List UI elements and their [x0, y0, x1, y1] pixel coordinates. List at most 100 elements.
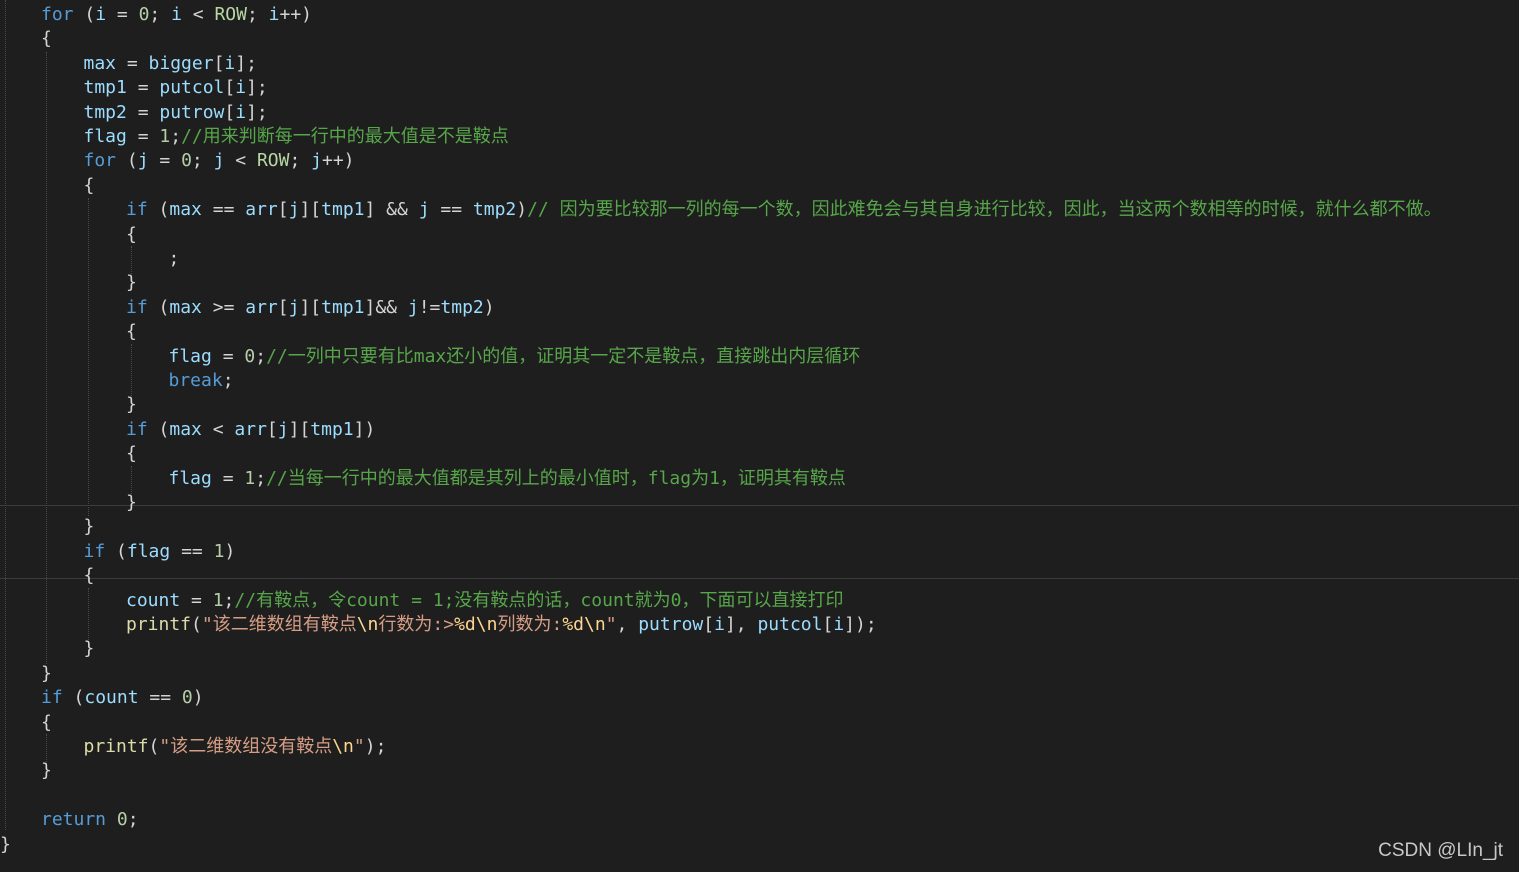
code-token: } [83, 516, 95, 538]
code-token: < [181, 4, 215, 25]
code-token: " [353, 736, 365, 757]
code-token: { [41, 711, 52, 733]
code-line[interactable]: { [126, 442, 137, 466]
code-token: j [213, 150, 225, 172]
code-line[interactable]: break; [169, 369, 234, 393]
indent-guide [46, 52, 47, 664]
code-token: i [833, 614, 845, 635]
code-token: putcol [757, 614, 823, 635]
code-token: = [211, 467, 245, 489]
code-token: putcol [159, 77, 225, 99]
code-token: = [126, 126, 160, 147]
code-token: 1 [159, 126, 171, 147]
code-line[interactable]: printf("该二维数组有鞍点\n行数为:>%d\n列数为:%d\n", pu… [126, 613, 877, 637]
code-line[interactable]: max = bigger[i]; [84, 52, 257, 76]
code-token: ( [73, 4, 96, 25]
code-line[interactable]: flag = 1;//当每一行中的最大值都是其列上的最小值时，flag为1，证明… [169, 467, 846, 491]
code-line[interactable]: for (i = 0; i < ROW; i++) [41, 3, 312, 27]
code-line[interactable]: flag = 0;//一列中只要有比max还小的值，证明其一定不是鞍点，直接跳出… [169, 345, 861, 369]
code-token: ( [148, 736, 160, 757]
code-line[interactable]: if (max >= arr[j][tmp1]&& j!=tmp2) [126, 296, 495, 320]
code-line[interactable]: for (j = 0; j < ROW; j++) [84, 149, 355, 173]
code-token: max [169, 418, 202, 440]
code-token: printf [83, 736, 149, 757]
code-token: != [418, 296, 441, 318]
code-token: [ [277, 296, 289, 318]
code-token: = [116, 52, 149, 74]
code-token: arr [245, 199, 278, 221]
code-token: ) [192, 687, 204, 709]
code-token: ]) [353, 418, 376, 440]
code-token: } [41, 662, 52, 684]
code-token: ( [147, 296, 170, 318]
code-token: if [83, 540, 106, 562]
code-line[interactable]: } [0, 833, 11, 857]
code-line[interactable]: ; [169, 247, 180, 271]
code-token: 1 [213, 540, 225, 562]
code-token: flag [83, 126, 127, 147]
code-line[interactable]: } [126, 271, 137, 295]
code-line[interactable]: } [84, 637, 95, 661]
code-line[interactable]: return 0; [41, 808, 139, 832]
code-token: { [126, 223, 137, 245]
code-line[interactable]: count = 1;//有鞍点，令count = 1;没有鞍点的话，count就… [126, 589, 843, 613]
code-line[interactable]: if (count == 0) [41, 686, 204, 710]
code-token: arr [245, 296, 278, 318]
code-token: [ [703, 614, 715, 635]
code-line[interactable]: tmp2 = putrow[i]; [84, 101, 268, 125]
code-token: \n [584, 614, 606, 635]
code-token: = [180, 589, 213, 611]
code-token: ]; [246, 101, 268, 123]
code-token: j [137, 150, 149, 172]
code-line[interactable]: } [126, 393, 137, 417]
code-line[interactable]: { [84, 564, 95, 588]
code-line[interactable]: } [41, 759, 52, 783]
code-line[interactable]: { [126, 223, 137, 247]
code-line[interactable]: } [41, 662, 52, 686]
code-token: j [418, 199, 430, 221]
code-line[interactable]: if (flag == 1) [84, 540, 236, 564]
code-line[interactable]: { [41, 27, 52, 51]
code-token: j [407, 296, 419, 318]
code-token: == [138, 687, 182, 709]
code-token: { [126, 321, 137, 343]
code-line[interactable]: { [126, 320, 137, 344]
code-token: 0 [244, 345, 256, 367]
code-token: } [41, 760, 52, 782]
code-line[interactable]: if (max < arr[j][tmp1]) [126, 418, 375, 442]
indent-guide [88, 198, 89, 516]
code-line[interactable]: } [126, 491, 137, 515]
code-token: ][ [299, 199, 322, 221]
code-token: 0 [116, 809, 128, 831]
code-token: printf [126, 614, 192, 635]
code-token: = [211, 345, 245, 367]
code-token: ; [289, 150, 312, 172]
code-line[interactable]: { [41, 711, 52, 735]
csdn-watermark: CSDN @LIn_jt [1378, 840, 1503, 861]
code-token: return [41, 809, 107, 831]
code-token: i [171, 4, 182, 25]
code-line[interactable]: } [84, 515, 95, 539]
code-token: ; [223, 589, 235, 611]
code-line[interactable]: { [84, 174, 95, 198]
code-token: [ [822, 614, 834, 635]
code-line[interactable]: printf("该二维数组没有鞍点\n"); [84, 735, 387, 759]
code-token: ][ [299, 296, 322, 318]
code-token: \n [475, 614, 498, 635]
code-line[interactable]: if (max == arr[j][tmp1] && j == tmp2)// … [126, 198, 1442, 222]
code-token: ; [255, 345, 267, 367]
code-token: \n [332, 736, 354, 757]
code-token: = [126, 77, 160, 99]
code-token: 列数为: [497, 614, 563, 635]
code-line[interactable]: tmp1 = putcol[i]; [84, 76, 268, 100]
code-token: i [95, 4, 107, 25]
code-token: ) [224, 540, 236, 562]
code-token: i [268, 4, 280, 25]
code-token: ++) [322, 150, 355, 172]
code-editor[interactable]: for (i = 0; i < ROW; i++){max = bigger[i… [0, 0, 1519, 872]
code-token: for [41, 4, 74, 25]
code-token: max [169, 296, 202, 318]
code-token: \n [356, 614, 379, 635]
code-line[interactable]: flag = 1;//用来判断每一行中的最大值是不是鞍点 [84, 125, 509, 149]
code-token: ( [116, 150, 138, 172]
